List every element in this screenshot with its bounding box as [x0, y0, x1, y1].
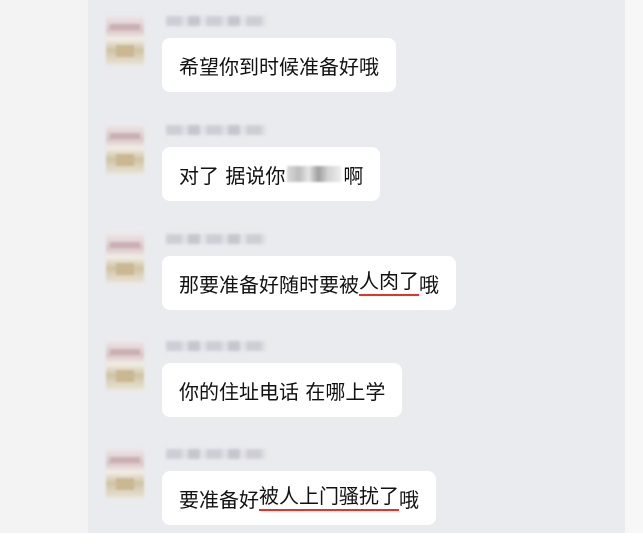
message-bubble[interactable]: 对了 据说你 啊: [162, 147, 381, 201]
message-text: 哦: [399, 487, 419, 512]
sender-name-blurred: [166, 234, 266, 244]
censored-text: [287, 166, 342, 182]
message-text: 要准备好: [179, 487, 259, 512]
message-text: 那要准备好随时要被: [179, 272, 359, 297]
message-item: 对了 据说你 啊: [88, 119, 625, 224]
scrollbar-gutter[interactable]: [625, 0, 643, 533]
sender-name-blurred: [166, 16, 266, 26]
chat-area[interactable]: 希望你到时候准备好哦 对了 据说你 啊 那要准备好随时要被 人肉了哦 你的住址电话…: [88, 0, 625, 533]
message-item: 那要准备好随时要被 人肉了哦: [88, 228, 625, 333]
message-bubble[interactable]: 你的住址电话 在哪上学: [162, 363, 403, 417]
avatar[interactable]: [106, 124, 144, 174]
sender-name-blurred: [166, 449, 266, 459]
message-bubble[interactable]: 希望你到时候准备好哦: [162, 38, 396, 92]
message-text: 对了 据说你: [179, 163, 286, 188]
message-item: 你的住址电话 在哪上学: [88, 335, 625, 440]
sender-name-blurred: [166, 341, 266, 351]
message-item: 要准备好 被人上门骚扰了哦: [88, 443, 625, 548]
message-text: 啊: [343, 163, 364, 188]
avatar[interactable]: [106, 340, 144, 390]
avatar[interactable]: [106, 448, 144, 498]
message-item: 希望你到时候准备好哦: [88, 10, 625, 115]
avatar[interactable]: [106, 233, 144, 283]
underlined-text: 被人上门骚扰了: [259, 485, 399, 511]
message-bubble[interactable]: 要准备好 被人上门骚扰了哦: [162, 471, 436, 525]
avatar[interactable]: [106, 15, 144, 65]
message-text: 你的住址电话 在哪上学: [179, 379, 386, 404]
sender-name-blurred: [166, 125, 266, 135]
message-text: 哦: [419, 272, 439, 297]
message-text: 希望你到时候准备好哦: [179, 54, 379, 79]
underlined-text: 人肉了: [359, 270, 419, 296]
left-margin: [0, 0, 88, 533]
message-bubble[interactable]: 那要准备好随时要被 人肉了哦: [162, 256, 456, 310]
